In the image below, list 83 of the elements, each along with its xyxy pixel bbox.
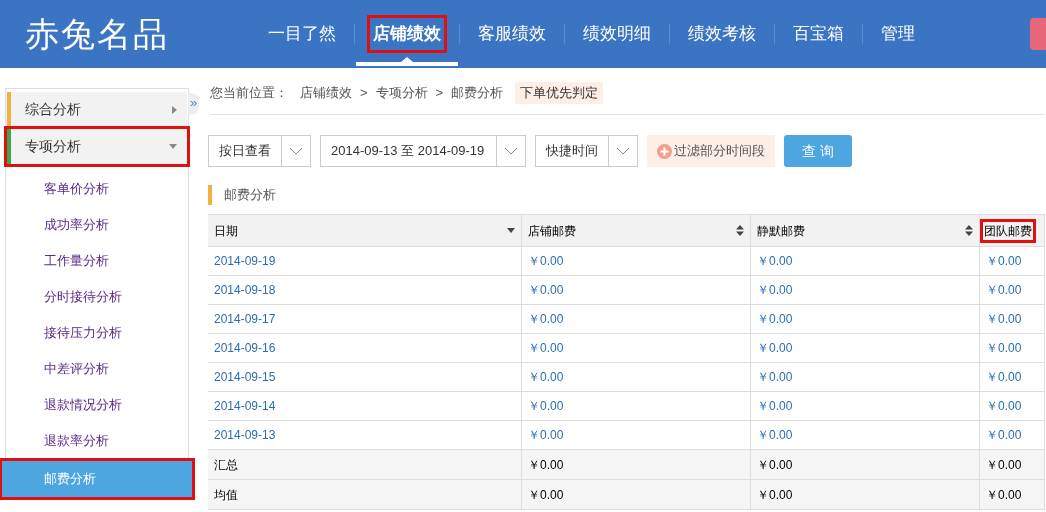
sidebar-item[interactable]: 成功率分析 [6,207,188,243]
column-header[interactable]: 日期 [214,221,238,240]
caret-right-icon [172,105,177,114]
breadcrumb-separator: > [435,84,444,103]
table-cell-text: ￥0.00 [986,486,1022,504]
caret-down-icon [169,144,177,149]
breadcrumb-separator: > [360,84,368,103]
table-cell-text: ￥0.00 [757,282,793,299]
table-cell-text: ￥0.00 [757,427,793,444]
nav-tab[interactable]: 百宝箱 [790,18,847,50]
section-title: 邮费分析 [224,186,276,205]
table-cell-text: ￥0.00 [986,456,1022,474]
date-link[interactable]: 2014-09-17 [214,310,276,328]
sidebar-item[interactable]: 退款情况分析 [6,387,188,423]
row-label: 均值 [214,486,238,504]
table-cell-text: ￥0.00 [986,253,1022,270]
date-link[interactable]: 2014-09-16 [214,339,276,357]
table-cell-text: ￥0.00 [528,398,564,415]
table-cell-text: ￥0.00 [528,486,564,504]
tag: 下单优先判定 [515,82,604,104]
view-select[interactable]: 按日查看 [208,135,311,167]
row-label: 汇总 [214,456,238,474]
table-cell-text: ￥0.00 [528,456,564,474]
sidebar-item[interactable]: 退款率分析 [6,423,188,459]
nav-tab[interactable]: 一目了然 [265,18,339,50]
sidebar-item[interactable]: 中差评分析 [6,351,188,387]
chevron-down-icon [504,147,518,155]
breadcrumb-link[interactable]: 专项分析 [375,83,428,103]
sort-desc-icon [507,228,515,233]
date-link[interactable]: 2014-09-13 [214,426,276,444]
group-label: 综合分析 [25,100,81,119]
sidebar-item[interactable]: 客单价分析 [6,171,188,207]
date-link[interactable]: 2014-09-19 [214,252,276,270]
breadcrumb-link[interactable]: 邮费分析 [451,83,504,103]
accent-bar [208,185,212,205]
column-header[interactable]: 店铺邮费 [528,221,576,240]
table-cell-text: ￥0.00 [757,340,793,357]
chevron-down-icon [289,147,303,155]
nav-tab[interactable]: 绩效明细 [580,18,654,50]
sidebar-item[interactable]: 工作量分析 [6,243,188,279]
table-cell-text: ￥0.00 [986,369,1022,386]
table-cell-text: ￥0.00 [986,282,1022,299]
group-label: 专项分析 [25,137,81,156]
breadcrumb-link[interactable]: 店铺绩效 [300,83,352,103]
table-cell-text: ￥0.00 [528,282,564,299]
button-edge[interactable] [1030,18,1046,50]
nav-tab[interactable]: 管理 [878,18,918,50]
date-link[interactable]: 2014-09-18 [214,281,276,299]
date-range-select[interactable]: 2014-09-13 至 2014-09-19 [320,135,526,167]
date-link[interactable]: 2014-09-14 [214,397,276,415]
logo: 赤兔名品 [25,17,170,51]
table-cell-text: ￥0.00 [757,398,793,415]
table-cell-text: ￥0.00 [528,369,564,386]
nav-tab[interactable]: 客服绩效 [475,18,549,50]
sidebar-item[interactable]: 分时接待分析 [6,279,188,315]
sort-icon [736,225,744,236]
plus-icon [657,143,672,159]
table-cell-text: ￥0.00 [757,369,793,386]
table-cell-text: ￥0.00 [757,456,793,474]
date-link[interactable]: 2014-09-15 [214,368,276,386]
table-cell-text: ￥0.00 [986,311,1022,328]
table-cell-text: ￥0.00 [986,340,1022,357]
nav-tab[interactable]: 绩效考核 [685,18,759,50]
table-cell-text: ￥0.00 [528,427,564,444]
table-cell-text: ￥0.00 [757,253,793,270]
table-cell-text: ￥0.00 [986,427,1022,444]
breadcrumb-label: 您当前位置： [210,84,288,103]
filter-button[interactable]: 过滤部分时间段 [647,135,775,167]
table-cell-text: ￥0.00 [528,340,564,357]
table-cell-text: ￥0.00 [757,311,793,328]
sort-icon [965,225,973,236]
sidebar-group[interactable]: 专项分析 [7,129,187,164]
table-cell-text: ￥0.00 [528,253,564,270]
table-cell-text: ￥0.00 [757,486,793,504]
sidebar-item[interactable]: 接待压力分析 [6,315,188,351]
column-header[interactable]: 团队邮费 [983,221,1033,240]
nav-tab[interactable]: 店铺绩效 [370,18,444,50]
chevron-down-icon [616,147,630,155]
sidebar-group[interactable]: 综合分析 [7,92,187,127]
table-cell-text: ￥0.00 [528,311,564,328]
column-header[interactable]: 静默邮费 [757,221,805,240]
quick-time-select[interactable]: 快捷时间 [535,135,638,167]
table-cell-text: ￥0.00 [986,398,1022,415]
